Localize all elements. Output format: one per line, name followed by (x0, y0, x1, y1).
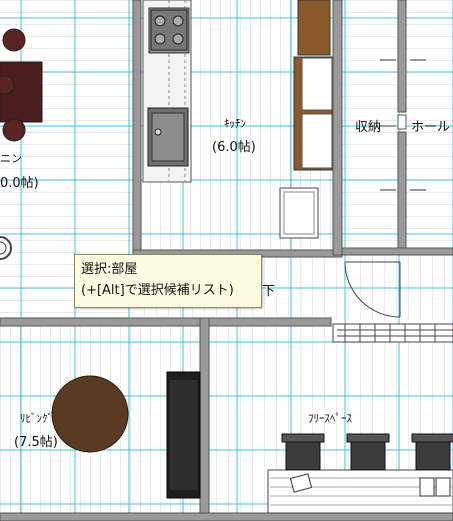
tooltip-line-1: 選択:部屋 (81, 262, 138, 277)
selection-tooltip: 選択:部屋 (+[Alt]で選択候補リスト) (74, 254, 262, 308)
refrigerator[interactable] (279, 187, 319, 239)
round-table[interactable] (51, 375, 129, 453)
staircase (332, 323, 453, 343)
storage-label: 収納 (355, 120, 382, 135)
tv-screen (170, 380, 197, 490)
kitchen-size-label: (6.0帖) (212, 140, 256, 155)
desk-chairs[interactable] (281, 433, 453, 471)
tooltip-line-2: (+[Alt]で選択候補リスト) (81, 283, 234, 298)
hall-door-frame (397, 114, 407, 130)
hall-label: ホール (411, 120, 451, 135)
kitchen-name-label: ｷｯﾁﾝ (224, 117, 246, 130)
living-size-label: (7.5帖) (14, 435, 58, 450)
stove-icon (150, 9, 188, 51)
corridor-label: 下 (262, 284, 276, 299)
dining-size-label: 0.0帖) (0, 176, 39, 191)
living-name-label: ﾘﾋﾞﾝｸﾞ (20, 412, 53, 425)
dining-name-label: ニン (0, 152, 22, 165)
sink-icon (147, 107, 189, 167)
free-space-label: ﾌﾘｰｽﾍﾟｰｽ (308, 412, 352, 425)
floor-plan-canvas[interactable]: ｷｯﾁﾝ (6.0帖) 収納 ホール ﾘﾋﾞﾝｸﾞ (7.5帖) ﾌﾘｰｽﾍﾟｰ… (0, 0, 453, 521)
upper-cabinets[interactable] (293, 0, 333, 171)
desk[interactable] (267, 469, 453, 514)
